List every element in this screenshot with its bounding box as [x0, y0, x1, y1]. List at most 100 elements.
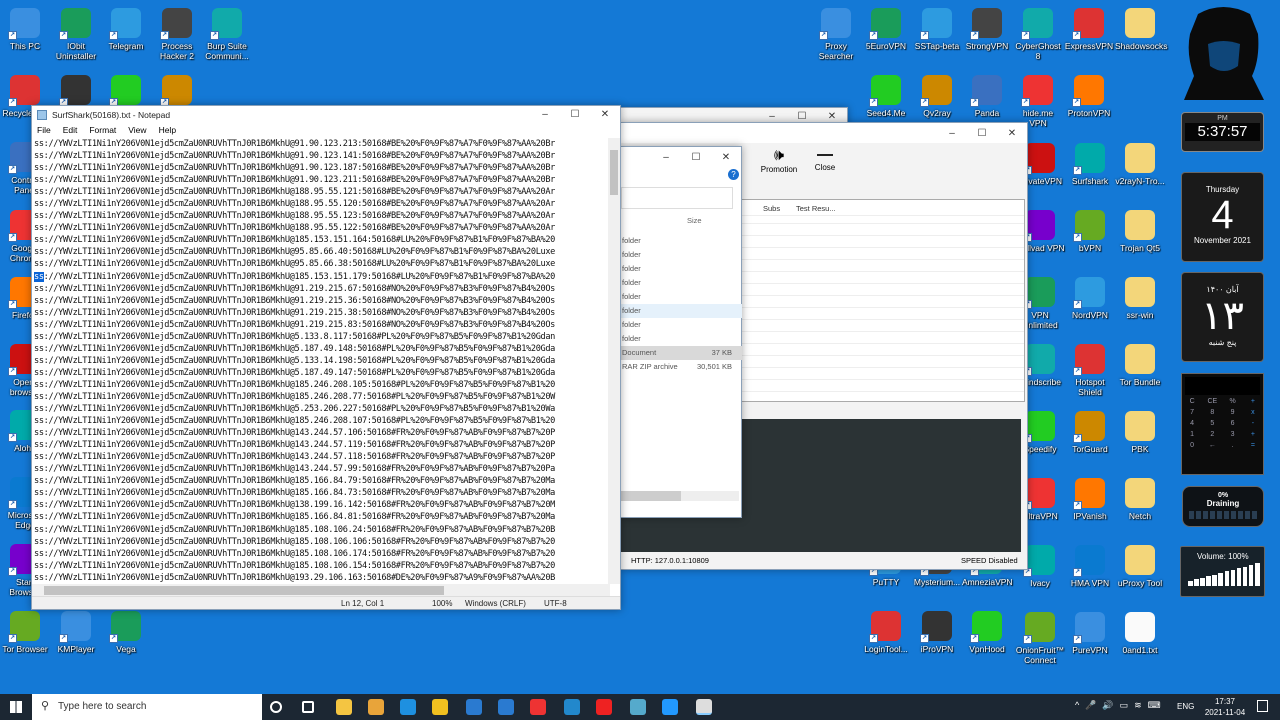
- desktop-icon-hide-me-vpn[interactable]: ↗ hide.me VPN: [1013, 75, 1063, 128]
- minimize-icon[interactable]: –: [937, 128, 967, 139]
- close-icon[interactable]: ✕: [590, 109, 620, 120]
- windows-start-icon[interactable]: [10, 701, 22, 713]
- desktop-icon-shadowsocks[interactable]: Shadowsocks: [1115, 8, 1167, 51]
- calculator-key[interactable]: =: [1243, 442, 1263, 449]
- desktop-icon-cyberghost-8[interactable]: ↗ CyberGhost 8: [1013, 8, 1063, 61]
- desktop-icon-logintool[interactable]: ↗ LoginTool...: [861, 611, 911, 654]
- menu-edit[interactable]: Edit: [63, 125, 78, 136]
- taskbar-notepad-icon[interactable]: [696, 699, 712, 715]
- calculator-key[interactable]: +: [1243, 398, 1263, 405]
- search-box[interactable]: ⚲ Type here to search: [32, 694, 262, 720]
- menu-format[interactable]: Format: [89, 125, 116, 136]
- desktop-icon-ipvanish[interactable]: ↗ IPVanish: [1065, 478, 1115, 521]
- taskbar-store-icon[interactable]: [432, 699, 448, 715]
- vertical-scrollbar[interactable]: [608, 138, 620, 584]
- file-explorer-window[interactable]: – ☐ ✕ ? Size folder folder folder folder folde…: [620, 146, 742, 518]
- file-row[interactable]: folder: [621, 318, 742, 332]
- desktop-icon-nordvpn[interactable]: ↗ NordVPN: [1065, 277, 1115, 320]
- calculator-key[interactable]: 8: [1202, 409, 1222, 416]
- file-row[interactable]: folder: [621, 248, 742, 262]
- desktop-icon-v2rayn-tro[interactable]: v2rayN-Tro...: [1115, 143, 1165, 186]
- menu-file[interactable]: File: [37, 125, 51, 136]
- taskbar-task-view-icon[interactable]: [270, 701, 282, 713]
- calculator-key[interactable]: 2: [1202, 431, 1222, 438]
- desktop-icon-iobit-uninstaller[interactable]: ↗ IObit Uninstaller: [51, 8, 101, 61]
- file-row[interactable]: Document 37 KB: [621, 346, 742, 360]
- desktop-icon-surfshark[interactable]: ↗ Surfshark: [1065, 143, 1115, 186]
- desktop-icon-vega[interactable]: ↗ Vega: [101, 611, 151, 654]
- column-header-subs[interactable]: Subs: [763, 204, 780, 213]
- file-row[interactable]: folder: [621, 234, 742, 248]
- calculator-key[interactable]: CE: [1202, 398, 1222, 405]
- desktop-icon-torguard[interactable]: ↗ TorGuard: [1065, 411, 1115, 454]
- taskbar-opera-icon[interactable]: [596, 699, 612, 715]
- file-row[interactable]: folder: [621, 276, 742, 290]
- desktop-icon-uproxy-tool[interactable]: uProxy Tool: [1115, 545, 1165, 588]
- desktop-icon-qv2ray[interactable]: ↗ Qv2ray: [912, 75, 962, 118]
- calculator-key[interactable]: 4: [1182, 420, 1202, 427]
- desktop-icon-expressvpn[interactable]: ↗ ExpressVPN: [1064, 8, 1114, 51]
- minimize-icon[interactable]: –: [530, 109, 560, 120]
- calculator-key[interactable]: ←: [1202, 442, 1222, 449]
- notepad-window[interactable]: SurfShark(50168).txt - Notepad – ☐ ✕ File E…: [31, 105, 621, 610]
- desktop-icon-seed4-me[interactable]: ↗ Seed4.Me: [861, 75, 911, 118]
- help-icon[interactable]: ?: [728, 169, 739, 180]
- desktop-icon-bvpn[interactable]: ↗ bVPN: [1065, 210, 1115, 253]
- desktop-icon-hma-vpn[interactable]: ↗ HMA VPN: [1065, 545, 1115, 588]
- taskbar-widgets-icon[interactable]: [302, 701, 314, 713]
- minimize-icon[interactable]: –: [651, 152, 681, 163]
- taskbar-chrome-icon[interactable]: [498, 699, 514, 715]
- calculator-key[interactable]: 6: [1223, 420, 1243, 427]
- maximize-icon[interactable]: ☐: [967, 128, 997, 139]
- desktop-icon-kmplayer[interactable]: ↗ KMPlayer: [51, 611, 101, 654]
- desktop-icon-ssr-win[interactable]: ssr-win: [1115, 277, 1165, 320]
- desktop-icon-tor-browser[interactable]: ↗ Tor Browser: [0, 611, 50, 654]
- calculator-key[interactable]: +: [1243, 431, 1263, 438]
- calculator-key[interactable]: -: [1243, 420, 1263, 427]
- calculator-key[interactable]: 7: [1182, 409, 1202, 416]
- search-box[interactable]: [621, 187, 733, 209]
- file-row[interactable]: folder: [621, 332, 742, 346]
- menu-view[interactable]: View: [128, 125, 146, 136]
- desktop-icon-vpnhood[interactable]: ↗ VpnHood: [962, 611, 1012, 654]
- desktop-icon-sstap-beta[interactable]: ↗ SSTap-beta: [912, 8, 962, 51]
- promotion-button[interactable]: 🕪 Promotion: [759, 147, 799, 174]
- close-icon[interactable]: ✕: [817, 111, 847, 122]
- calculator-key[interactable]: %: [1223, 398, 1243, 405]
- file-row[interactable]: folder: [621, 290, 742, 304]
- desktop-icon-purevpn[interactable]: ↗ PureVPN: [1065, 612, 1115, 655]
- calculator-key[interactable]: x: [1243, 409, 1263, 416]
- system-tray-icons[interactable]: ^🎤🔊▭≋⌨: [1075, 700, 1167, 711]
- taskbar-edge-icon[interactable]: [400, 699, 416, 715]
- desktop-icon-telegram[interactable]: ↗ Telegram: [101, 8, 151, 51]
- desktop-icon-trojan-qt5[interactable]: Trojan Qt5: [1115, 210, 1165, 253]
- file-row[interactable]: folder: [621, 262, 742, 276]
- desktop-icon-5eurovpn[interactable]: ↗ 5EuroVPN: [861, 8, 911, 51]
- desktop-icon-protonvpn[interactable]: ↗ ProtonVPN: [1064, 75, 1114, 118]
- taskbar-vpn-app-icon[interactable]: [564, 699, 580, 715]
- column-header-test-result[interactable]: Test Resu...: [796, 204, 836, 213]
- close-icon[interactable]: ✕: [711, 152, 741, 163]
- close-button[interactable]: Close: [811, 147, 839, 172]
- calculator-key[interactable]: .: [1223, 442, 1243, 449]
- desktop-icon-this-pc[interactable]: ↗ This PC: [0, 8, 50, 51]
- close-icon[interactable]: ✕: [997, 128, 1027, 139]
- desktop-icon-0and1-txt[interactable]: 0and1.txt: [1115, 612, 1165, 655]
- horizontal-scrollbar[interactable]: [621, 491, 739, 501]
- taskbar-app-icon[interactable]: [630, 699, 646, 715]
- desktop-icon-netch[interactable]: Netch: [1115, 478, 1165, 521]
- desktop-icon-iprovpn[interactable]: ↗ iProVPN: [912, 611, 962, 654]
- calculator-key[interactable]: 1: [1182, 431, 1202, 438]
- maximize-icon[interactable]: ☐: [560, 109, 590, 120]
- desktop-icon-hotspot-shield[interactable]: ↗ Hotspot Shield: [1065, 344, 1115, 397]
- calculator-key[interactable]: 9: [1223, 409, 1243, 416]
- file-row[interactable]: folder: [621, 304, 742, 318]
- calculator-key[interactable]: 5: [1202, 420, 1222, 427]
- taskbar-winrar-icon[interactable]: [368, 699, 384, 715]
- desktop-icon-onionfruit-connect[interactable]: ↗ OnionFruit™ Connect: [1015, 612, 1065, 665]
- column-header-size[interactable]: Size: [687, 216, 702, 225]
- desktop-icon-proxy-searcher[interactable]: ↗ Proxy Searcher: [811, 8, 861, 61]
- calculator-key[interactable]: 0: [1182, 442, 1202, 449]
- calculator-key[interactable]: 3: [1223, 431, 1243, 438]
- calculator-key[interactable]: C: [1182, 398, 1202, 405]
